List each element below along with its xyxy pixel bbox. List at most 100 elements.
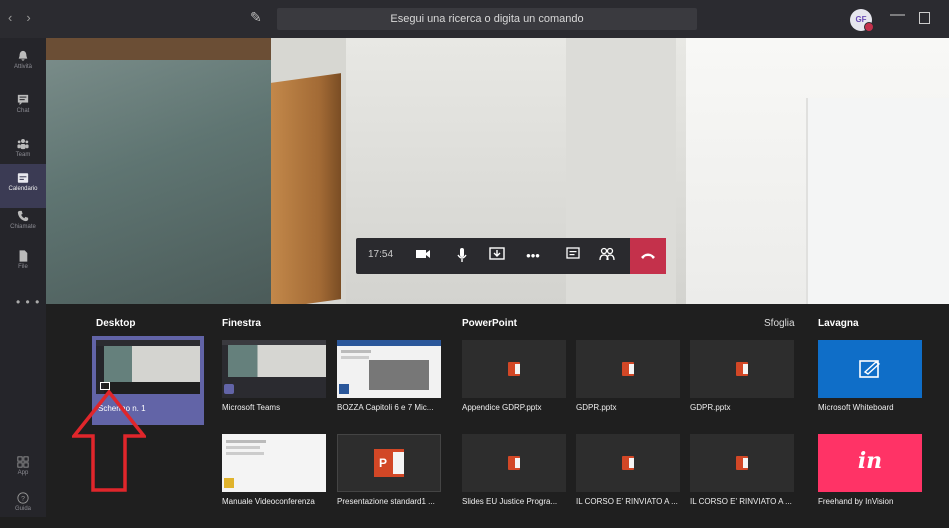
window-thumbnail: [222, 434, 326, 492]
chat-icon: [17, 94, 29, 106]
avatar[interactable]: GF: [850, 9, 874, 32]
ppt-thumbnail: [576, 434, 680, 492]
section-powerpoint-title: PowerPoint: [462, 318, 518, 329]
calendar-icon: [17, 173, 29, 183]
ppt-thumbnail: [462, 434, 566, 492]
ppt-label: GDPR.pptx: [690, 403, 731, 412]
participants-icon[interactable]: [598, 247, 616, 265]
help-icon: ?: [17, 492, 29, 504]
share-screen-icon[interactable]: [488, 247, 506, 265]
video-cabinet: [271, 73, 341, 304]
window-label: Microsoft Teams: [222, 403, 281, 412]
rail-label-calendar: Calendario: [8, 186, 38, 192]
ppt-label: GDPR.pptx: [576, 403, 617, 412]
bell-icon: [18, 50, 28, 61]
rail-label-calls: Chiamate: [10, 224, 36, 230]
ppt-label: IL CORSO E' RINVIATO A ...: [576, 497, 678, 506]
whiteboard-tile[interactable]: Microsoft Whiteboard: [818, 340, 922, 412]
compose-icon[interactable]: ✎: [250, 9, 266, 25]
powerpoint-icon: P: [374, 449, 404, 477]
phone-icon: [17, 210, 29, 222]
ppt-thumbnail: [690, 434, 794, 492]
rail-label-apps: App: [17, 470, 29, 476]
folder-icon: [224, 478, 234, 488]
nav-arrows[interactable]: ‹›: [8, 10, 45, 25]
share-tray: Desktop Finestra PowerPoint Sfoglia Lava…: [46, 304, 949, 517]
invision-tile[interactable]: in Freehand by InVision: [818, 434, 922, 506]
rail-item-chat[interactable]: Chat: [0, 86, 46, 130]
ppt-label: IL CORSO E' RINVIATO A ...: [690, 497, 792, 506]
window-label: Presentazione standard1 ...: [337, 497, 435, 506]
rail-item-calls[interactable]: Chiamate: [0, 202, 46, 246]
ppt-label: Appendice GDRP.pptx: [462, 403, 542, 412]
invision-thumbnail: in: [818, 434, 922, 492]
rail-label-team: Team: [15, 152, 31, 158]
maximize-icon[interactable]: [919, 12, 930, 24]
rail-item-help[interactable]: ? Guida: [0, 484, 46, 528]
section-whiteboard-title: Lavagna: [818, 318, 859, 329]
powerpoint-icon: [622, 362, 634, 376]
powerpoint-icon: [736, 362, 748, 376]
rail-label-files: File: [18, 264, 28, 270]
browse-link[interactable]: Sfoglia: [764, 318, 795, 329]
hang-up-button[interactable]: [630, 238, 666, 274]
ppt-thumbnail: [576, 340, 680, 398]
window-tile-word[interactable]: BOZZA Capitoli 6 e 7 Mic...: [337, 340, 441, 412]
chat-icon[interactable]: [564, 247, 582, 265]
team-icon: [17, 139, 29, 150]
video-window-glass: [46, 38, 271, 304]
app-rail: Attività Chat Team Calendario Chiamate F…: [0, 38, 46, 517]
back-arrow-icon[interactable]: ‹: [8, 10, 26, 25]
powerpoint-icon: [508, 456, 520, 470]
word-icon: [339, 384, 349, 394]
video-blinds: [806, 98, 949, 304]
window-tile-presentation[interactable]: P Presentazione standard1 ...: [337, 434, 441, 506]
section-window-title: Finestra: [222, 318, 261, 329]
video-window-frame: [46, 38, 271, 60]
rail-label-help: Guida: [14, 506, 31, 512]
window-thumbnail: [222, 340, 326, 398]
window-thumbnail: [337, 340, 441, 398]
window-tile-teams[interactable]: Microsoft Teams: [222, 340, 326, 412]
desktop-thumbnail: [96, 340, 200, 394]
whiteboard-icon: [859, 360, 881, 378]
section-desktop-title: Desktop: [96, 318, 136, 329]
rail-label-chat: Chat: [16, 108, 30, 114]
apps-icon: [17, 456, 29, 468]
title-bar: ‹› ✎ Esegui una ricerca o digita un coma…: [0, 0, 949, 38]
ppt-tile[interactable]: GDPR.pptx: [690, 340, 794, 412]
file-icon: [19, 250, 28, 262]
teams-icon: [224, 384, 234, 394]
ppt-tile[interactable]: GDPR.pptx: [576, 340, 680, 412]
window-tile-manual[interactable]: Manuale Videoconferenza: [222, 434, 326, 506]
whiteboard-label: Microsoft Whiteboard: [818, 403, 894, 412]
ppt-tile[interactable]: IL CORSO E' RINVIATO A ...: [576, 434, 680, 506]
more-options-icon[interactable]: •••: [524, 247, 542, 265]
red-arrow-annotation: [72, 390, 146, 492]
invision-label: Freehand by InVision: [818, 497, 894, 506]
forward-arrow-icon[interactable]: ›: [26, 10, 44, 25]
ppt-tile[interactable]: Slides EU Justice Progra...: [462, 434, 566, 506]
window-label: Manuale Videoconferenza: [222, 497, 315, 506]
svg-text:?: ?: [21, 496, 25, 503]
powerpoint-icon: [622, 456, 634, 470]
window-label: BOZZA Capitoli 6 e 7 Mic...: [337, 403, 434, 412]
rail-label-activity: Attività: [13, 64, 32, 70]
ppt-tile[interactable]: Appendice GDRP.pptx: [462, 340, 566, 412]
rail-item-files[interactable]: File: [0, 242, 46, 286]
minimize-icon[interactable]: —: [890, 6, 905, 23]
camera-icon[interactable]: [414, 247, 432, 265]
presence-busy-icon: [864, 22, 874, 32]
microphone-icon[interactable]: [453, 247, 471, 265]
ppt-label: Slides EU Justice Progra...: [462, 497, 558, 506]
ppt-thumbnail: [462, 340, 566, 398]
powerpoint-icon: [736, 456, 748, 470]
ppt-tile[interactable]: IL CORSO E' RINVIATO A ...: [690, 434, 794, 506]
call-timer: 17:54: [368, 249, 394, 260]
powerpoint-icon: [508, 362, 520, 376]
more-apps-icon[interactable]: • • •: [16, 295, 40, 309]
call-controls: 17:54 •••: [356, 238, 666, 274]
ppt-thumbnail: [690, 340, 794, 398]
search-input[interactable]: Esegui una ricerca o digita un comando: [277, 8, 697, 30]
rail-item-activity[interactable]: Attività: [0, 42, 46, 86]
